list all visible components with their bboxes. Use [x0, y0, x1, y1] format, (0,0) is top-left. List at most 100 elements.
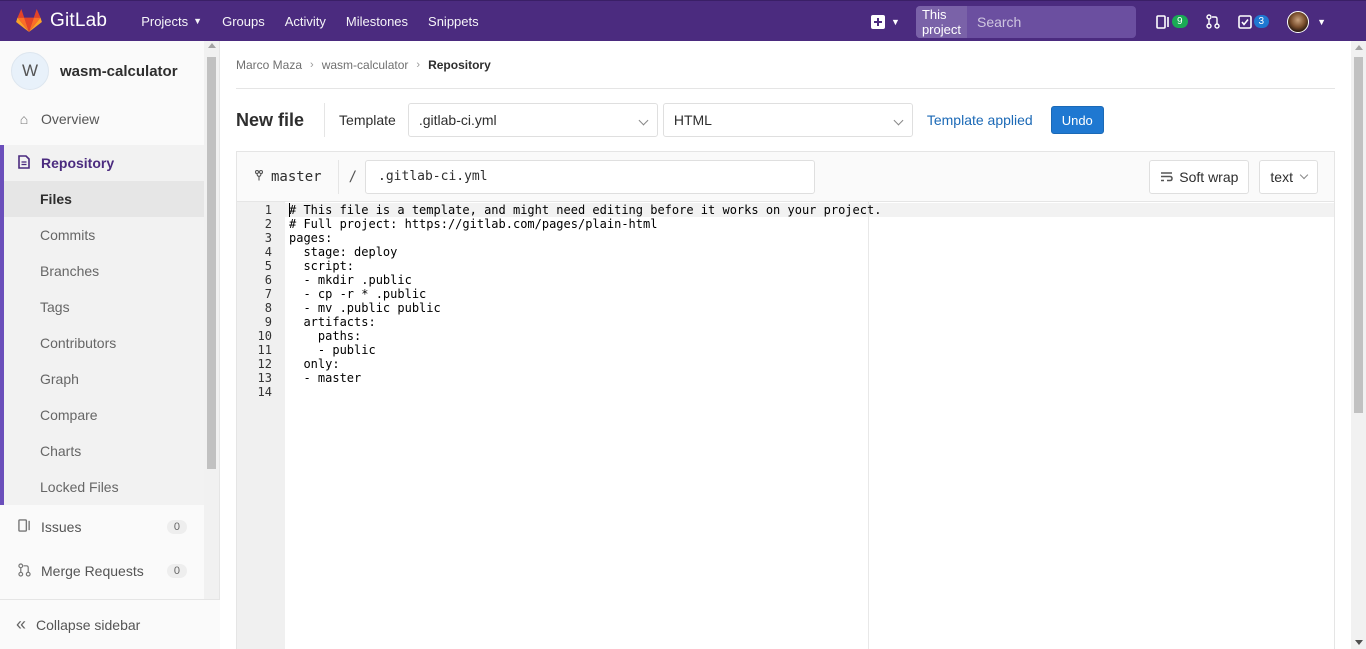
sidebar-item-files[interactable]: Files — [4, 181, 205, 217]
code-line[interactable]: # This file is a template, and might nee… — [289, 203, 881, 217]
sidebar-item-repository[interactable]: Repository — [4, 145, 205, 181]
sidebar-item-branches[interactable]: Branches — [4, 253, 205, 289]
code-line[interactable]: script: — [289, 259, 881, 273]
code-line[interactable]: - public — [289, 343, 881, 357]
sidebar-item-merge-requests[interactable]: Merge Requests 0 — [0, 553, 205, 589]
code-line[interactable]: - master — [289, 371, 881, 385]
nav-milestones[interactable]: Milestones — [336, 1, 418, 42]
line-number: 4 — [264, 245, 272, 259]
sidebar-item-label: Overview — [41, 111, 100, 127]
undo-button[interactable]: Undo — [1050, 106, 1104, 134]
chevron-down-icon — [1299, 170, 1309, 180]
file-language-value: text — [1270, 169, 1293, 185]
sidebar-item-issues[interactable]: Issues 0 — [0, 509, 205, 545]
line-number: 8 — [264, 301, 272, 315]
template-type-value: HTML — [673, 112, 712, 128]
sidebar-item-commits[interactable]: Commits — [4, 217, 205, 253]
line-number: 11 — [257, 343, 272, 357]
new-dropdown-button[interactable]: ▼ — [871, 14, 900, 29]
code-editor[interactable]: 1 2 3 4 5 6 7 8 9 10 11 12 13 14 # This file is a tem… — [237, 202, 1334, 649]
sidebar-item-tags[interactable]: Tags — [4, 289, 205, 325]
sidebar-item-graph[interactable]: Graph — [4, 361, 205, 397]
chevron-right-icon: › — [416, 58, 421, 71]
user-menu-button[interactable]: ▼ — [1287, 10, 1326, 33]
line-number: 7 — [264, 287, 272, 301]
line-number: 14 — [257, 385, 272, 399]
template-select-value: .gitlab-ci.yml — [418, 112, 497, 128]
chevron-down-icon — [638, 115, 649, 126]
sidebar-item-charts[interactable]: Charts — [4, 433, 205, 469]
header-divider — [337, 159, 339, 194]
editor-title-bar: New file Template .gitlab-ci.yml HTML Te… — [236, 103, 1335, 137]
code-line[interactable] — [289, 385, 881, 399]
line-number: 6 — [264, 273, 272, 287]
scroll-up-arrow-icon — [208, 43, 216, 48]
breadcrumb-current[interactable]: Repository — [428, 58, 491, 72]
sidebar-item-compare[interactable]: Compare — [4, 397, 205, 433]
nav-activity[interactable]: Activity — [275, 1, 336, 42]
page-scroll-thumb[interactable] — [1354, 57, 1363, 413]
issues-icon — [1156, 14, 1169, 29]
code-line[interactable]: - mkdir .public — [289, 273, 881, 287]
sidebar-item-label: Repository — [41, 155, 115, 171]
template-applied-status: Template applied — [926, 112, 1033, 128]
soft-wrap-button[interactable]: Soft wrap — [1149, 160, 1250, 194]
code-lines[interactable]: # This file is a template, and might nee… — [289, 203, 881, 399]
todos-nav-button[interactable]: 3 — [1237, 14, 1270, 29]
code-line[interactable]: artifacts: — [289, 315, 881, 329]
template-type-dropdown[interactable]: HTML — [662, 103, 913, 137]
gitlab-logo-link[interactable]: GitLab — [16, 1, 107, 42]
file-language-dropdown[interactable]: text — [1259, 160, 1318, 194]
file-name-input[interactable] — [365, 159, 816, 194]
nav-projects-label: Projects — [141, 13, 189, 29]
code-line[interactable]: - mv .public public — [289, 301, 881, 315]
issues-nav-button[interactable]: 9 — [1156, 14, 1188, 29]
breadcrumb-project[interactable]: wasm-calculator — [322, 58, 409, 72]
template-label: Template — [339, 112, 396, 128]
branch-name: master — [271, 168, 322, 185]
code-line[interactable]: stage: deploy — [289, 245, 881, 259]
sidebar-scrollbar[interactable] — [204, 41, 219, 649]
line-number: 5 — [264, 259, 272, 273]
search-scope-label[interactable]: This project — [915, 5, 967, 38]
sidebar-item-contributors[interactable]: Contributors — [4, 325, 205, 361]
gitlab-brand: GitLab — [50, 10, 108, 31]
nav-snippets[interactable]: Snippets — [418, 1, 489, 42]
plus-square-icon — [871, 14, 886, 29]
line-number: 2 — [264, 217, 272, 231]
chevron-down-icon: ▼ — [891, 16, 900, 27]
sidebar-repository-group: Repository Files Commits Branches Tags C… — [0, 145, 205, 505]
issues-counter: 0 — [166, 520, 187, 534]
sidebar-scroll-thumb[interactable] — [207, 57, 216, 469]
merge-requests-counter: 0 — [166, 564, 187, 578]
home-icon: ⌂ — [19, 111, 29, 127]
code-line[interactable]: paths: — [289, 329, 881, 343]
nav-projects[interactable]: Projects ▼ — [131, 1, 212, 42]
chevron-down-icon: ▼ — [193, 16, 203, 26]
issues-count-badge: 9 — [1171, 15, 1188, 28]
double-chevron-left-icon: « — [16, 614, 27, 634]
chevron-down-icon: ▼ — [1317, 16, 1326, 27]
sidebar-item-locked-files[interactable]: Locked Files — [4, 469, 205, 505]
branch-icon — [254, 169, 264, 184]
code-line[interactable]: - cp -r * .public — [289, 287, 881, 301]
line-number-gutter: 1 2 3 4 5 6 7 8 9 10 11 12 13 14 — [237, 202, 285, 649]
template-select-dropdown[interactable]: .gitlab-ci.yml — [407, 103, 658, 137]
sidebar-item-overview[interactable]: ⌂ Overview — [0, 101, 205, 137]
text-cursor — [289, 203, 290, 217]
sidebar-project-header[interactable]: W wasm-calculator — [0, 41, 205, 101]
search-input[interactable] — [966, 5, 1136, 38]
top-navbar: GitLab Projects ▼ Groups Activity Milesto… — [0, 0, 1366, 41]
soft-wrap-label: Soft wrap — [1179, 169, 1239, 185]
nav-groups[interactable]: Groups — [212, 1, 275, 42]
code-line[interactable]: pages: — [289, 231, 881, 245]
page-scrollbar[interactable] — [1351, 41, 1366, 649]
merge-request-icon — [1205, 14, 1220, 29]
merge-requests-nav-button[interactable] — [1205, 14, 1220, 29]
breadcrumb-owner[interactable]: Marco Maza — [236, 58, 302, 72]
code-line[interactable]: only: — [289, 357, 881, 371]
code-line[interactable]: # Full project: https://gitlab.com/pages… — [289, 217, 881, 231]
collapse-sidebar-button[interactable]: « Collapse sidebar — [0, 599, 220, 649]
line-number: 13 — [257, 371, 272, 385]
todos-count-badge: 3 — [1253, 15, 1270, 28]
